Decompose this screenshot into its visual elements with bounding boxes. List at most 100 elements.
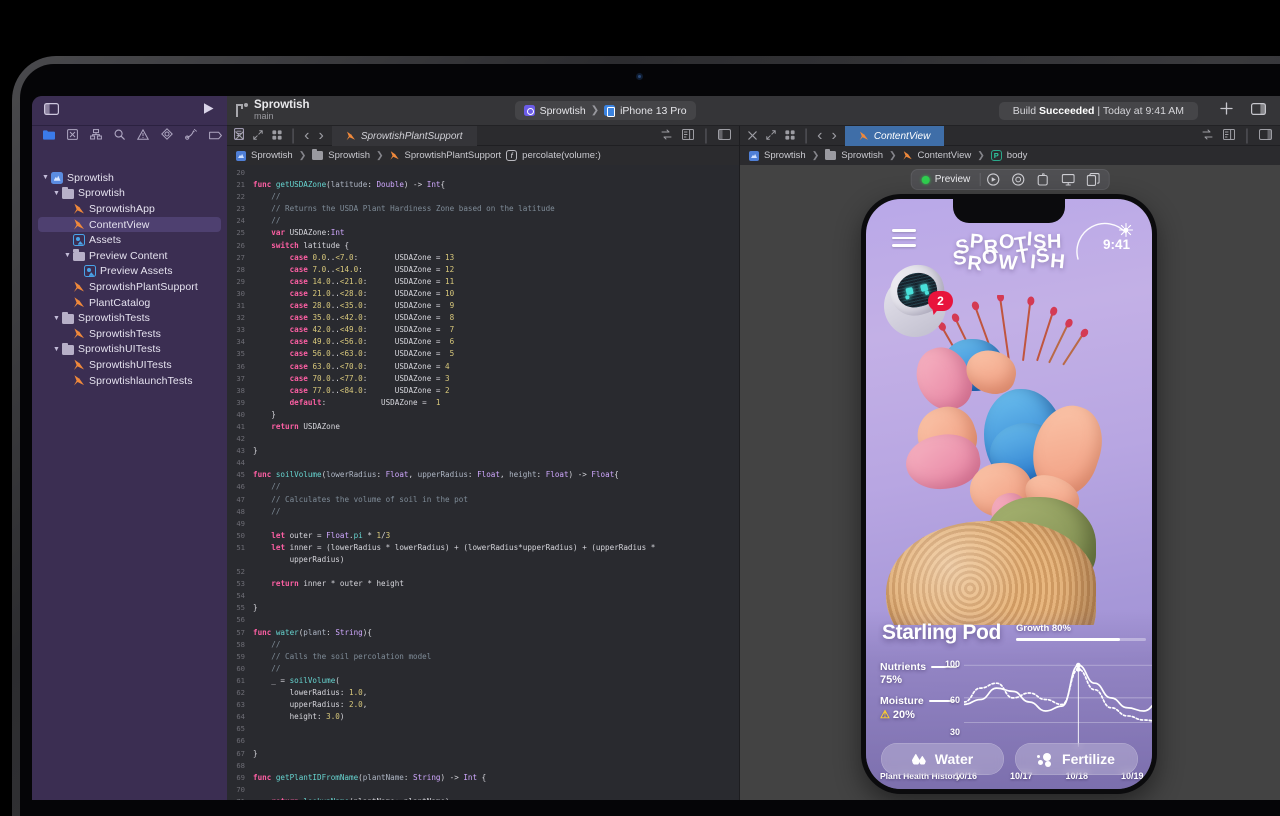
- line-number: 20: [227, 167, 253, 179]
- folder-icon: [62, 189, 74, 199]
- tree-item-sprowtishuitests[interactable]: ▼SprowtishUITests: [32, 342, 227, 358]
- toggle-inspector-icon[interactable]: [1251, 102, 1266, 120]
- notification-badge[interactable]: 2: [928, 291, 953, 311]
- tree-item-assets[interactable]: Assets: [32, 232, 227, 248]
- tree-item-sprowtishuitests[interactable]: SprowtishUITests: [32, 357, 227, 373]
- breadcrumb-item[interactable]: ContentView: [918, 150, 972, 161]
- issue-warning-icon[interactable]: [137, 127, 149, 145]
- report-icon[interactable]: [234, 127, 244, 145]
- scheme-destination-picker[interactable]: Sprowtish ❯ iPhone 13 Pro: [515, 101, 696, 120]
- chevron-right-icon: ❯: [591, 105, 599, 116]
- chevron-down-icon[interactable]: ▼: [51, 315, 62, 322]
- tree-item-sprowtish[interactable]: ▼Sprowtish: [32, 186, 227, 202]
- editor-options-icon[interactable]: [272, 127, 282, 145]
- tree-item-sprowtishlaunchtests[interactable]: SprowtishlaunchTests: [32, 373, 227, 389]
- project-title-block[interactable]: Sprowtish main: [235, 99, 310, 122]
- iphone-preview-device[interactable]: 9:41 SPROTISH SROWTISH: [861, 194, 1157, 794]
- tree-item-preview-content[interactable]: ▼Preview Content: [32, 248, 227, 264]
- toggle-right-pane-icon[interactable]: [718, 127, 731, 145]
- code-line: 33 case 42.0..<49.0: USDAZone = 7: [227, 324, 739, 336]
- code-line: 51 let inner = (lowerRadius * lowerRadiu…: [227, 542, 739, 554]
- breadcrumb-item[interactable]: body: [1007, 150, 1028, 161]
- tree-item-sprowtishapp[interactable]: SprowtishApp: [32, 201, 227, 217]
- swift-file-icon: [390, 151, 400, 161]
- code-line: 38 case 77.0..<84.0: USDAZone = 2: [227, 385, 739, 397]
- line-number: 45: [227, 469, 253, 481]
- play-preview-icon[interactable]: [980, 173, 1005, 186]
- line-source: case 35.0..<42.0: USDAZone = 8: [253, 312, 454, 324]
- folder-icon[interactable]: [43, 127, 55, 145]
- chevron-down-icon[interactable]: ▼: [62, 252, 73, 259]
- tab-sprowtishplantsupport[interactable]: SprowtishPlantSupport: [332, 126, 477, 146]
- line-number: 58: [227, 639, 253, 651]
- build-status-bar[interactable]: Build Succeeded | Today at 9:41 AM: [999, 102, 1198, 120]
- back-icon[interactable]: ‹: [304, 127, 309, 145]
- assistant-robot-avatar[interactable]: 2: [876, 247, 952, 331]
- back-icon[interactable]: ‹: [817, 127, 822, 145]
- inspect-preview-icon[interactable]: [1005, 173, 1030, 186]
- code-line: 57func water(plant: String){: [227, 627, 739, 639]
- tree-item-sprowtishtests[interactable]: SprowtishTests: [32, 326, 227, 342]
- folder-icon: [312, 151, 323, 160]
- run-button[interactable]: [202, 102, 215, 120]
- tree-item-sprowtishplantsupport[interactable]: SprowtishPlantSupport: [32, 279, 227, 295]
- fertilize-button[interactable]: Fertilize: [1015, 743, 1138, 775]
- editor-options-icon[interactable]: [785, 127, 795, 145]
- chevron-down-icon[interactable]: ▼: [40, 174, 51, 181]
- search-icon[interactable]: [114, 127, 125, 145]
- breadcrumb-item[interactable]: SprowtishPlantSupport: [405, 150, 502, 161]
- line-source: var USDAZone:Int: [253, 227, 344, 239]
- line-number: 44: [227, 457, 253, 469]
- adjust-editor-icon[interactable]: [682, 127, 694, 145]
- tree-item-sprowtish[interactable]: ▼Sprowtish: [32, 170, 227, 186]
- water-button[interactable]: Water: [881, 743, 1004, 775]
- breadcrumb-item[interactable]: Sprowtish: [251, 150, 293, 161]
- breakpoint-icon[interactable]: [209, 127, 222, 145]
- project-navigator[interactable]: ▼Sprowtish▼SprowtishSprowtishAppContentV…: [32, 165, 227, 800]
- forward-icon[interactable]: ›: [831, 127, 836, 145]
- source-control-icon[interactable]: [67, 127, 78, 145]
- legend-label: Moisture: [880, 695, 924, 707]
- assets-icon: [84, 265, 96, 277]
- code-review-icon[interactable]: [661, 127, 672, 145]
- device-settings-icon[interactable]: [1030, 173, 1055, 186]
- source-code-editor[interactable]: 2021func getUSDAZone(latitude: Double) -…: [227, 165, 740, 800]
- line-source: return inner * outer * height: [253, 578, 404, 590]
- breadcrumb-item[interactable]: Sprowtish: [841, 150, 883, 161]
- tree-item-preview-assets[interactable]: Preview Assets: [32, 264, 227, 280]
- test-diamond-icon[interactable]: [161, 127, 173, 145]
- symbol-hierarchy-icon[interactable]: [90, 127, 102, 145]
- forward-icon[interactable]: ›: [318, 127, 323, 145]
- expand-editor-icon[interactable]: [253, 127, 263, 145]
- expand-editor-icon[interactable]: [766, 127, 776, 145]
- breadcrumb-item[interactable]: Sprowtish: [764, 150, 806, 161]
- preview-live-toggle[interactable]: Preview: [915, 174, 980, 185]
- main-toolbar: Sprowtish main Sprowtish ❯ iPhone 13 Pro…: [227, 96, 1280, 126]
- adjust-editor-icon[interactable]: [1223, 127, 1235, 145]
- breadcrumb-item[interactable]: percolate(volume:): [522, 150, 601, 161]
- right-editor-right-controls: |: [1202, 127, 1280, 145]
- device-notch: [953, 199, 1065, 223]
- tree-item-sprowtishtests[interactable]: ▼SprowtishTests: [32, 310, 227, 326]
- breadcrumb-item[interactable]: Sprowtish: [328, 150, 370, 161]
- y-tick: 100: [945, 659, 960, 669]
- line-source: case 7.0..<14.0: USDAZone = 12: [253, 264, 454, 276]
- add-editor-icon[interactable]: [1220, 102, 1233, 120]
- display-icon[interactable]: [1055, 174, 1080, 186]
- debug-icon[interactable]: [185, 127, 197, 145]
- chevron-down-icon[interactable]: ▼: [51, 346, 62, 353]
- close-editor-icon[interactable]: [748, 127, 757, 145]
- code-review-icon[interactable]: [1202, 127, 1213, 145]
- tab-contentview[interactable]: ContentView: [845, 126, 945, 146]
- line-source: func water(plant: String){: [253, 627, 372, 639]
- line-number: 43: [227, 445, 253, 457]
- tree-item-plantcatalog[interactable]: PlantCatalog: [32, 295, 227, 311]
- tree-item-contentview[interactable]: ContentView: [38, 217, 221, 233]
- line-source: _ = soilVolume(: [253, 675, 340, 687]
- toggle-inspector-pane-icon[interactable]: [1259, 127, 1272, 145]
- toggle-navigator-icon[interactable]: [44, 102, 59, 120]
- line-number: 49: [227, 518, 253, 530]
- duplicate-preview-icon[interactable]: [1080, 173, 1105, 186]
- chevron-down-icon[interactable]: ▼: [51, 190, 62, 197]
- tab-label: SprowtishPlantSupport: [361, 131, 463, 142]
